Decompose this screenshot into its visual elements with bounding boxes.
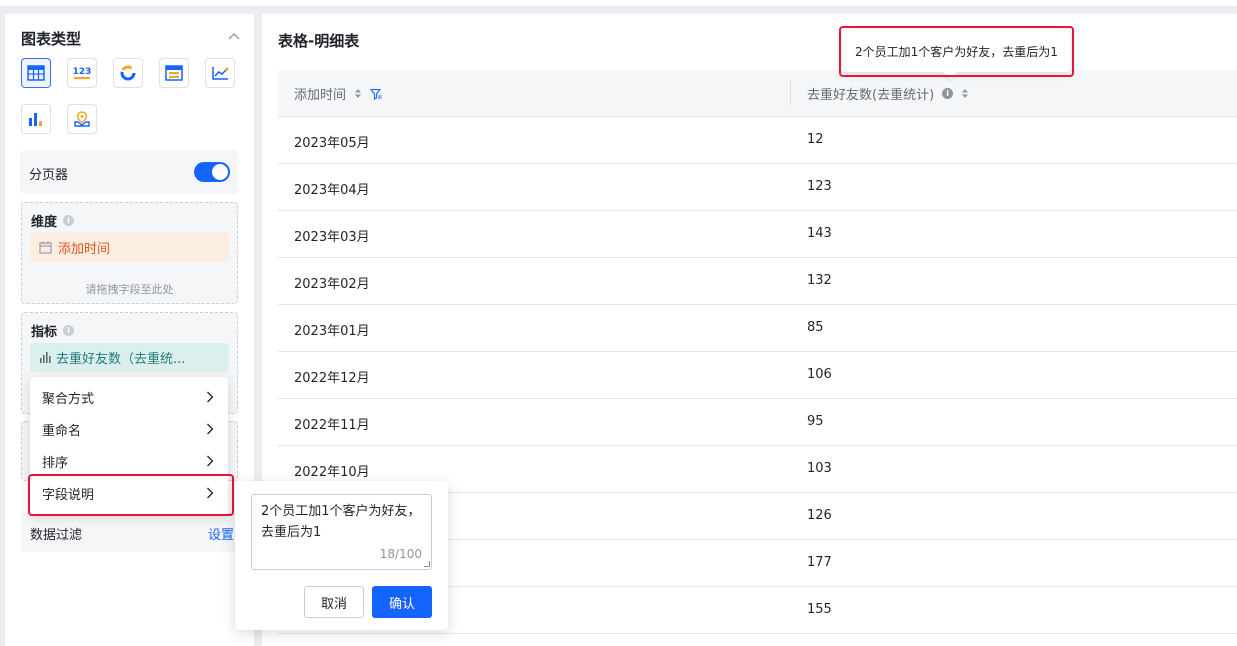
- chart-type-table[interactable]: [21, 58, 51, 88]
- bar-chart-icon: [40, 352, 51, 363]
- chart-type-line[interactable]: [205, 58, 235, 88]
- table-row: 2023年01月 85: [278, 305, 1237, 352]
- chart-config-panel: 图表类型 123 分页器 维度 i 添加时间 请拖拽字段至此处 指标 i 去重好…: [5, 14, 254, 646]
- indicator-title-row: 指标 i: [31, 321, 75, 340]
- line-chart-icon: [212, 67, 229, 80]
- chart-type-title: 图表类型: [21, 30, 82, 48]
- data-filter-settings-link[interactable]: 设置: [208, 524, 234, 543]
- info-icon[interactable]: i: [63, 325, 75, 336]
- column-header-label: 添加时间: [294, 88, 347, 103]
- table-header: 添加时间 去重好友数(去重统计) i: [278, 70, 1237, 117]
- cell-dedup-friends: 103: [807, 461, 832, 476]
- top-bar: [0, 0, 1237, 6]
- data-filter-label: 数据过滤: [30, 528, 83, 543]
- donut-chart-icon: [120, 65, 136, 81]
- cancel-button[interactable]: 取消: [304, 586, 364, 618]
- dimension-field-label: 添加时间: [58, 242, 111, 257]
- menu-item-aggregation[interactable]: 聚合方式: [30, 381, 228, 413]
- cell-dedup-friends: 123: [807, 179, 832, 194]
- chart-type-detail[interactable]: [159, 58, 189, 88]
- pager-setting: 分页器: [20, 150, 238, 194]
- table-row: 2023年05月 12: [278, 117, 1237, 164]
- chevron-up-icon[interactable]: [227, 30, 241, 44]
- table-title: 表格-明细表: [278, 32, 360, 50]
- resize-handle-icon[interactable]: [424, 561, 430, 567]
- table-row: 2023年03月 143: [278, 211, 1237, 258]
- cell-add-time: 2022年10月: [294, 465, 370, 480]
- cell-dedup-friends: 155: [807, 602, 832, 617]
- cell-dedup-friends: 132: [807, 273, 832, 288]
- table-row: 2022年12月 106: [278, 352, 1237, 399]
- cell-dedup-friends: 95: [807, 414, 824, 429]
- indicator-field-label: 去重好友数（去重统...: [56, 352, 186, 367]
- pager-label: 分页器: [29, 168, 69, 183]
- chart-type-header: 图表类型: [21, 28, 241, 48]
- cell-dedup-friends: 177: [807, 555, 832, 570]
- dimension-field-chip[interactable]: 添加时间: [30, 233, 229, 262]
- sort-icon[interactable]: [961, 88, 969, 99]
- dimension-title: 维度: [31, 215, 58, 230]
- chart-type-number[interactable]: 123: [67, 58, 97, 88]
- cell-dedup-friends: 106: [807, 367, 832, 382]
- chart-type-donut[interactable]: [113, 58, 143, 88]
- indicator-title: 指标: [31, 325, 58, 340]
- field-description-popover: 2个员工加1个客户为好友，去重后为1 18/100 取消 确认: [235, 481, 448, 630]
- pager-toggle[interactable]: [194, 162, 230, 182]
- column-divider: [790, 80, 791, 106]
- chart-type-map[interactable]: [67, 104, 97, 134]
- calendar-icon: [39, 241, 52, 254]
- menu-item-sort[interactable]: 排序: [30, 445, 228, 477]
- confirm-button[interactable]: 确认: [372, 586, 432, 618]
- number-card-label: 123: [73, 67, 92, 77]
- dimension-title-row: 维度 i: [31, 211, 75, 230]
- menu-item-label: 排序: [42, 455, 69, 471]
- chart-type-bar[interactable]: [21, 104, 51, 134]
- bar-chart-icon: [29, 113, 42, 126]
- tooltip-highlight-frame: [839, 26, 1074, 77]
- indicator-field-chip[interactable]: 去重好友数（去重统...: [30, 343, 229, 372]
- data-filter-setting: 数据过滤 设置: [21, 512, 238, 552]
- map-chart-icon: [74, 111, 90, 127]
- cell-dedup-friends: 143: [807, 226, 832, 241]
- column-header-add-time[interactable]: 添加时间: [294, 84, 382, 103]
- cell-add-time: 2023年04月: [294, 183, 370, 198]
- cell-add-time: 2022年11月: [294, 418, 370, 433]
- cell-dedup-friends: 126: [807, 508, 832, 523]
- dimension-drop-zone[interactable]: 维度 i 添加时间 请拖拽字段至此处: [21, 202, 238, 304]
- info-icon[interactable]: i: [942, 88, 954, 99]
- cell-dedup-friends: 85: [807, 320, 824, 335]
- chevron-right-icon: [207, 423, 214, 435]
- cell-dedup-friends: 12: [807, 132, 824, 147]
- menu-item-label: 聚合方式: [42, 391, 95, 407]
- cell-add-time: 2023年05月: [294, 136, 370, 151]
- menu-highlight-frame: [28, 474, 234, 516]
- number-card-icon: 123: [73, 67, 92, 79]
- dimension-drop-hint: 请拖拽字段至此处: [85, 283, 174, 296]
- char-counter: 18/100: [379, 547, 422, 561]
- menu-item-label: 重命名: [42, 423, 82, 439]
- table-row: 2023年04月 123: [278, 164, 1237, 211]
- cell-add-time: 2023年02月: [294, 277, 370, 292]
- cell-add-time: 2023年03月: [294, 230, 370, 245]
- column-header-dedup-friends[interactable]: 去重好友数(去重统计) i: [807, 84, 969, 103]
- filter-icon[interactable]: [370, 88, 382, 100]
- table-row: 2023年02月 132: [278, 258, 1237, 305]
- cell-add-time: 2023年01月: [294, 324, 370, 339]
- table-chart-icon: [27, 65, 45, 81]
- table-row: 2022年11月 95: [278, 399, 1237, 446]
- column-header-label: 去重好友数(去重统计): [807, 88, 935, 103]
- sort-icon[interactable]: [354, 88, 362, 99]
- menu-item-rename[interactable]: 重命名: [30, 413, 228, 445]
- chevron-right-icon: [207, 455, 214, 467]
- cell-add-time: 2022年12月: [294, 371, 370, 386]
- info-icon[interactable]: i: [63, 215, 75, 226]
- detail-table-icon: [165, 65, 183, 81]
- chevron-right-icon: [207, 391, 214, 403]
